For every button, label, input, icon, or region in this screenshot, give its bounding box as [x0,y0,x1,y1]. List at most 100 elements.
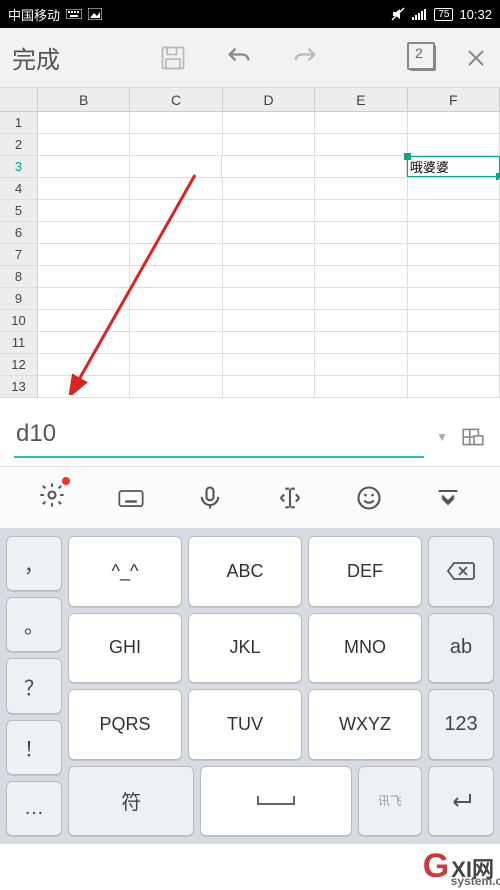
row-header[interactable]: 4 [0,178,38,199]
cell[interactable] [38,310,130,331]
key-letter[interactable]: JKL [188,613,302,684]
cursor-icon[interactable] [276,484,304,512]
cell[interactable] [130,156,222,177]
cell[interactable] [315,178,407,199]
cell[interactable] [38,200,130,221]
sheets-button[interactable]: 2 [410,45,436,71]
row-header[interactable]: 3 [0,156,38,177]
close-icon[interactable] [464,46,488,70]
cell[interactable] [38,288,130,309]
cell[interactable] [38,112,130,133]
cell[interactable] [408,354,500,375]
col-header-f[interactable]: F [408,88,500,111]
undo-icon[interactable] [225,44,253,72]
mic-icon[interactable] [196,484,224,512]
cell[interactable] [38,156,130,177]
key-symbols[interactable]: 符 [68,766,194,837]
key-letter[interactable]: TUV [188,689,302,760]
key-letter[interactable]: WXYZ [308,689,422,760]
redo-icon[interactable] [291,44,319,72]
cell[interactable] [130,112,222,133]
row-header[interactable]: 8 [0,266,38,287]
cell[interactable]: 哦婆婆 [407,156,500,177]
cell[interactable] [408,310,500,331]
cell[interactable] [408,134,500,155]
row-header[interactable]: 11 [0,332,38,353]
cell[interactable] [223,244,315,265]
collapse-icon[interactable] [434,484,462,512]
cell[interactable] [130,200,222,221]
key-punct[interactable]: ， [6,536,62,591]
row-header[interactable]: 5 [0,200,38,221]
row-header[interactable]: 1 [0,112,38,133]
cell[interactable] [315,156,407,177]
cell[interactable] [408,222,500,243]
col-header-e[interactable]: E [315,88,407,111]
cell[interactable] [408,376,500,397]
keyboard-icon[interactable] [117,484,145,512]
key-letter[interactable]: GHI [68,613,182,684]
cell[interactable] [315,266,407,287]
cell-ref-icon[interactable] [460,424,486,450]
cell[interactable] [130,178,222,199]
row-header[interactable]: 7 [0,244,38,265]
key-backspace[interactable] [428,536,494,607]
cell[interactable] [130,332,222,353]
emoji-icon[interactable] [355,484,383,512]
cell[interactable] [315,244,407,265]
cell[interactable] [315,376,407,397]
cell[interactable] [38,376,130,397]
key-mode-123[interactable]: 123 [428,689,494,760]
row-header[interactable]: 12 [0,354,38,375]
cell[interactable] [315,200,407,221]
cell[interactable] [315,310,407,331]
save-icon[interactable] [159,44,187,72]
cell[interactable] [130,134,222,155]
cell[interactable] [408,178,500,199]
row-header[interactable]: 10 [0,310,38,331]
key-letter[interactable]: PQRS [68,689,182,760]
key-letter[interactable]: DEF [308,536,422,607]
cell[interactable] [315,112,407,133]
key-ime-hint[interactable]: 讯飞 [358,766,422,837]
cell[interactable] [223,332,315,353]
cell[interactable] [130,376,222,397]
cell[interactable] [223,200,315,221]
key-mode-ab[interactable]: ab [428,613,494,684]
cell[interactable] [408,266,500,287]
cell[interactable] [130,222,222,243]
settings-button[interactable] [38,481,66,514]
cell[interactable] [38,134,130,155]
cell[interactable] [315,134,407,155]
cell[interactable] [130,354,222,375]
row-header[interactable]: 6 [0,222,38,243]
key-enter[interactable] [428,766,494,837]
key-punct[interactable]: … [6,781,62,836]
cell[interactable] [223,376,315,397]
cell[interactable] [408,200,500,221]
cell[interactable] [223,288,315,309]
row-header[interactable]: 2 [0,134,38,155]
cell[interactable] [408,112,500,133]
cell[interactable] [130,288,222,309]
cell[interactable] [38,332,130,353]
cell[interactable] [130,244,222,265]
key-letter[interactable]: MNO [308,613,422,684]
dropdown-icon[interactable]: ▼ [436,430,448,444]
cell[interactable] [315,222,407,243]
row-header[interactable]: 9 [0,288,38,309]
cell[interactable] [130,310,222,331]
cell[interactable] [38,354,130,375]
formula-input[interactable] [14,416,424,458]
cell[interactable] [38,244,130,265]
key-space[interactable] [200,766,351,837]
col-header-c[interactable]: C [130,88,222,111]
cell[interactable] [315,288,407,309]
key-letter[interactable]: ABC [188,536,302,607]
cell[interactable] [408,244,500,265]
key-punct[interactable]: ？ [6,658,62,713]
cell[interactable] [38,178,130,199]
cell[interactable] [38,222,130,243]
done-button[interactable]: 完成 [12,40,60,75]
spreadsheet-grid[interactable]: B C D E F 123哦婆婆45678910111213 [0,88,500,398]
